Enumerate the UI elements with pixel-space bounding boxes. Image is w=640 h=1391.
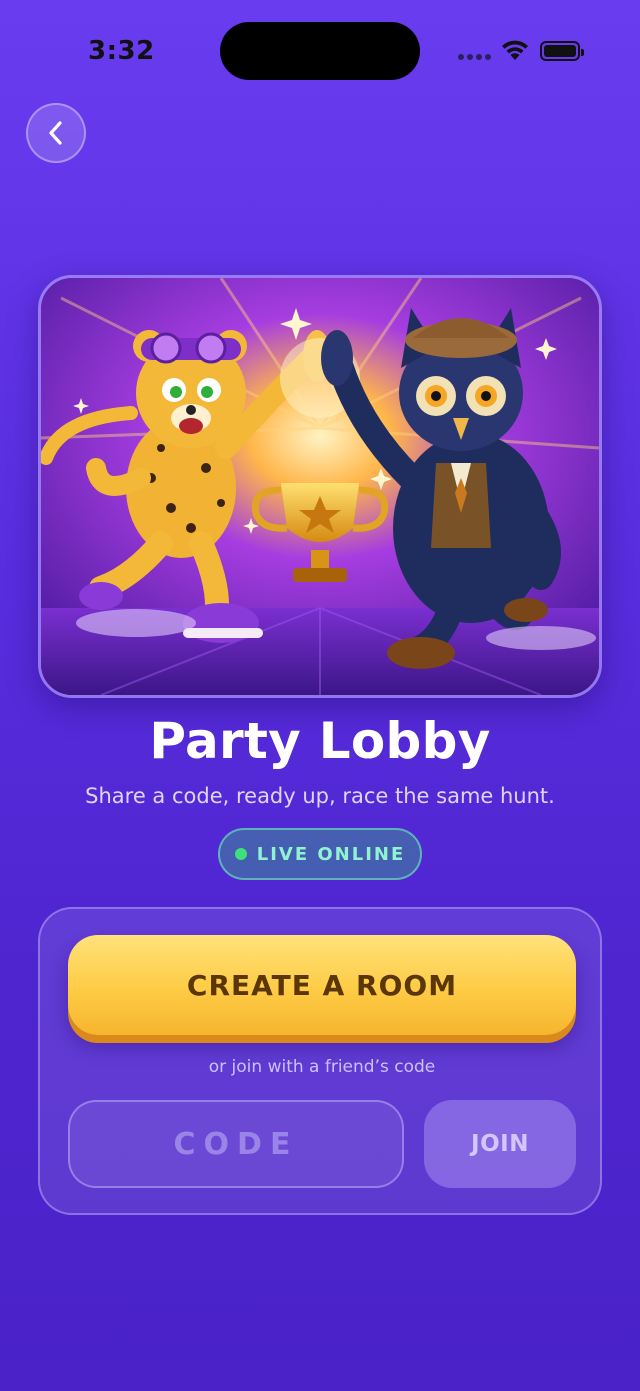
status-bar: 3:32 — [0, 0, 640, 100]
live-status-label: LIVE ONLINE — [256, 843, 406, 865]
live-dot-icon — [234, 848, 247, 860]
room-code-input[interactable] — [68, 1100, 404, 1188]
status-time: 3:32 — [88, 36, 155, 66]
live-status-badge: LIVE ONLINE — [218, 828, 422, 880]
back-button[interactable] — [26, 103, 86, 163]
wifi-icon — [500, 38, 530, 62]
cellular-signal-icon — [458, 54, 492, 62]
join-button[interactable]: JOIN — [424, 1100, 576, 1188]
hero-illustration — [38, 275, 602, 698]
page-title: Party Lobby — [149, 712, 491, 770]
join-hint-text: or join with a friend’s code — [208, 1057, 436, 1077]
battery-icon — [540, 41, 584, 61]
dynamic-island — [220, 22, 420, 80]
lobby-actions-panel: CREATE A ROOM or join with a friend’s co… — [38, 907, 602, 1215]
create-room-button[interactable]: CREATE A ROOM — [68, 935, 576, 1035]
chevron-left-icon — [49, 121, 62, 145]
page-subtitle: Share a code, ready up, race the same hu… — [85, 784, 555, 808]
